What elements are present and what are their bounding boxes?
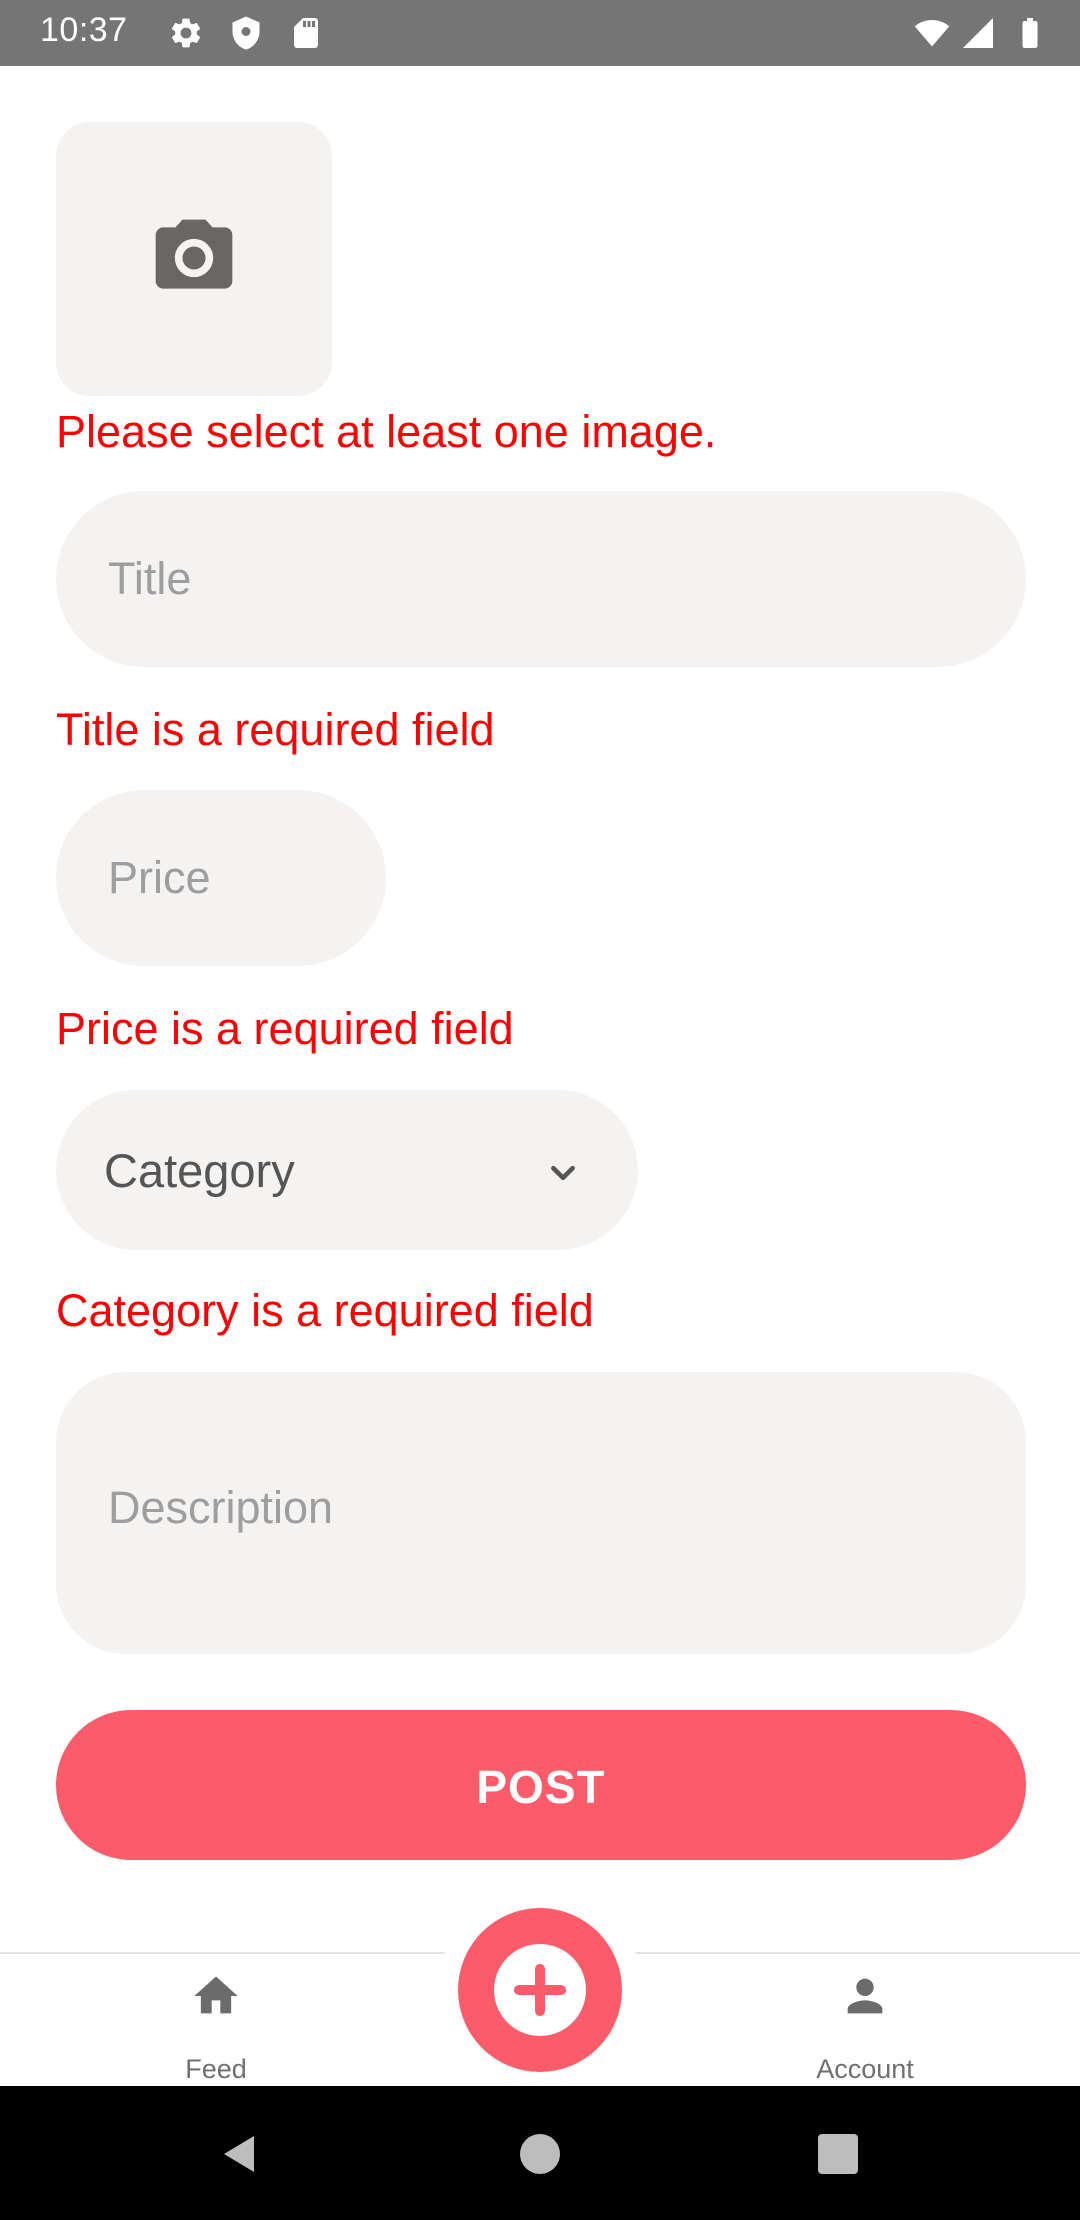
chevron-down-icon (540, 1150, 586, 1196)
price-field-container (56, 790, 386, 966)
gear-icon (168, 15, 204, 51)
title-input[interactable] (56, 491, 1026, 667)
price-input[interactable] (56, 790, 386, 966)
person-icon (839, 1970, 891, 2022)
post-button-label: POST (476, 1761, 606, 1813)
back-icon[interactable] (216, 2130, 264, 2178)
category-selected-value: Category (104, 1144, 295, 1197)
post-button[interactable]: POST (56, 1710, 1026, 1860)
add-listing-button[interactable] (458, 1908, 622, 2072)
image-picker[interactable] (56, 122, 332, 396)
nav-label-account: Account (816, 2054, 914, 2084)
recents-icon[interactable] (814, 2130, 862, 2178)
home-button-icon[interactable] (516, 2130, 564, 2178)
title-field-container (56, 491, 1026, 667)
status-bar: 10:37 (0, 0, 1080, 66)
nav-label-feed: Feed (185, 2054, 247, 2084)
battery-icon (1012, 15, 1048, 51)
sd-card-icon (288, 15, 324, 51)
wifi-icon (914, 15, 950, 51)
title-error-message: Title is a required field (56, 704, 495, 755)
home-icon (190, 1970, 242, 2022)
image-error-message: Please select at least one image. (56, 406, 717, 457)
camera-icon (148, 212, 240, 304)
nav-item-account[interactable]: Account (765, 1970, 965, 2084)
category-error-message: Category is a required field (56, 1285, 594, 1336)
nav-item-feed[interactable]: Feed (116, 1970, 316, 2084)
status-time: 10:37 (40, 11, 128, 49)
description-field-container (56, 1372, 1026, 1654)
price-error-message: Price is a required field (56, 1003, 514, 1054)
shield-icon (228, 15, 264, 51)
description-input[interactable] (56, 1372, 1026, 1654)
plus-icon (494, 1944, 586, 2036)
signal-icon (960, 15, 996, 51)
